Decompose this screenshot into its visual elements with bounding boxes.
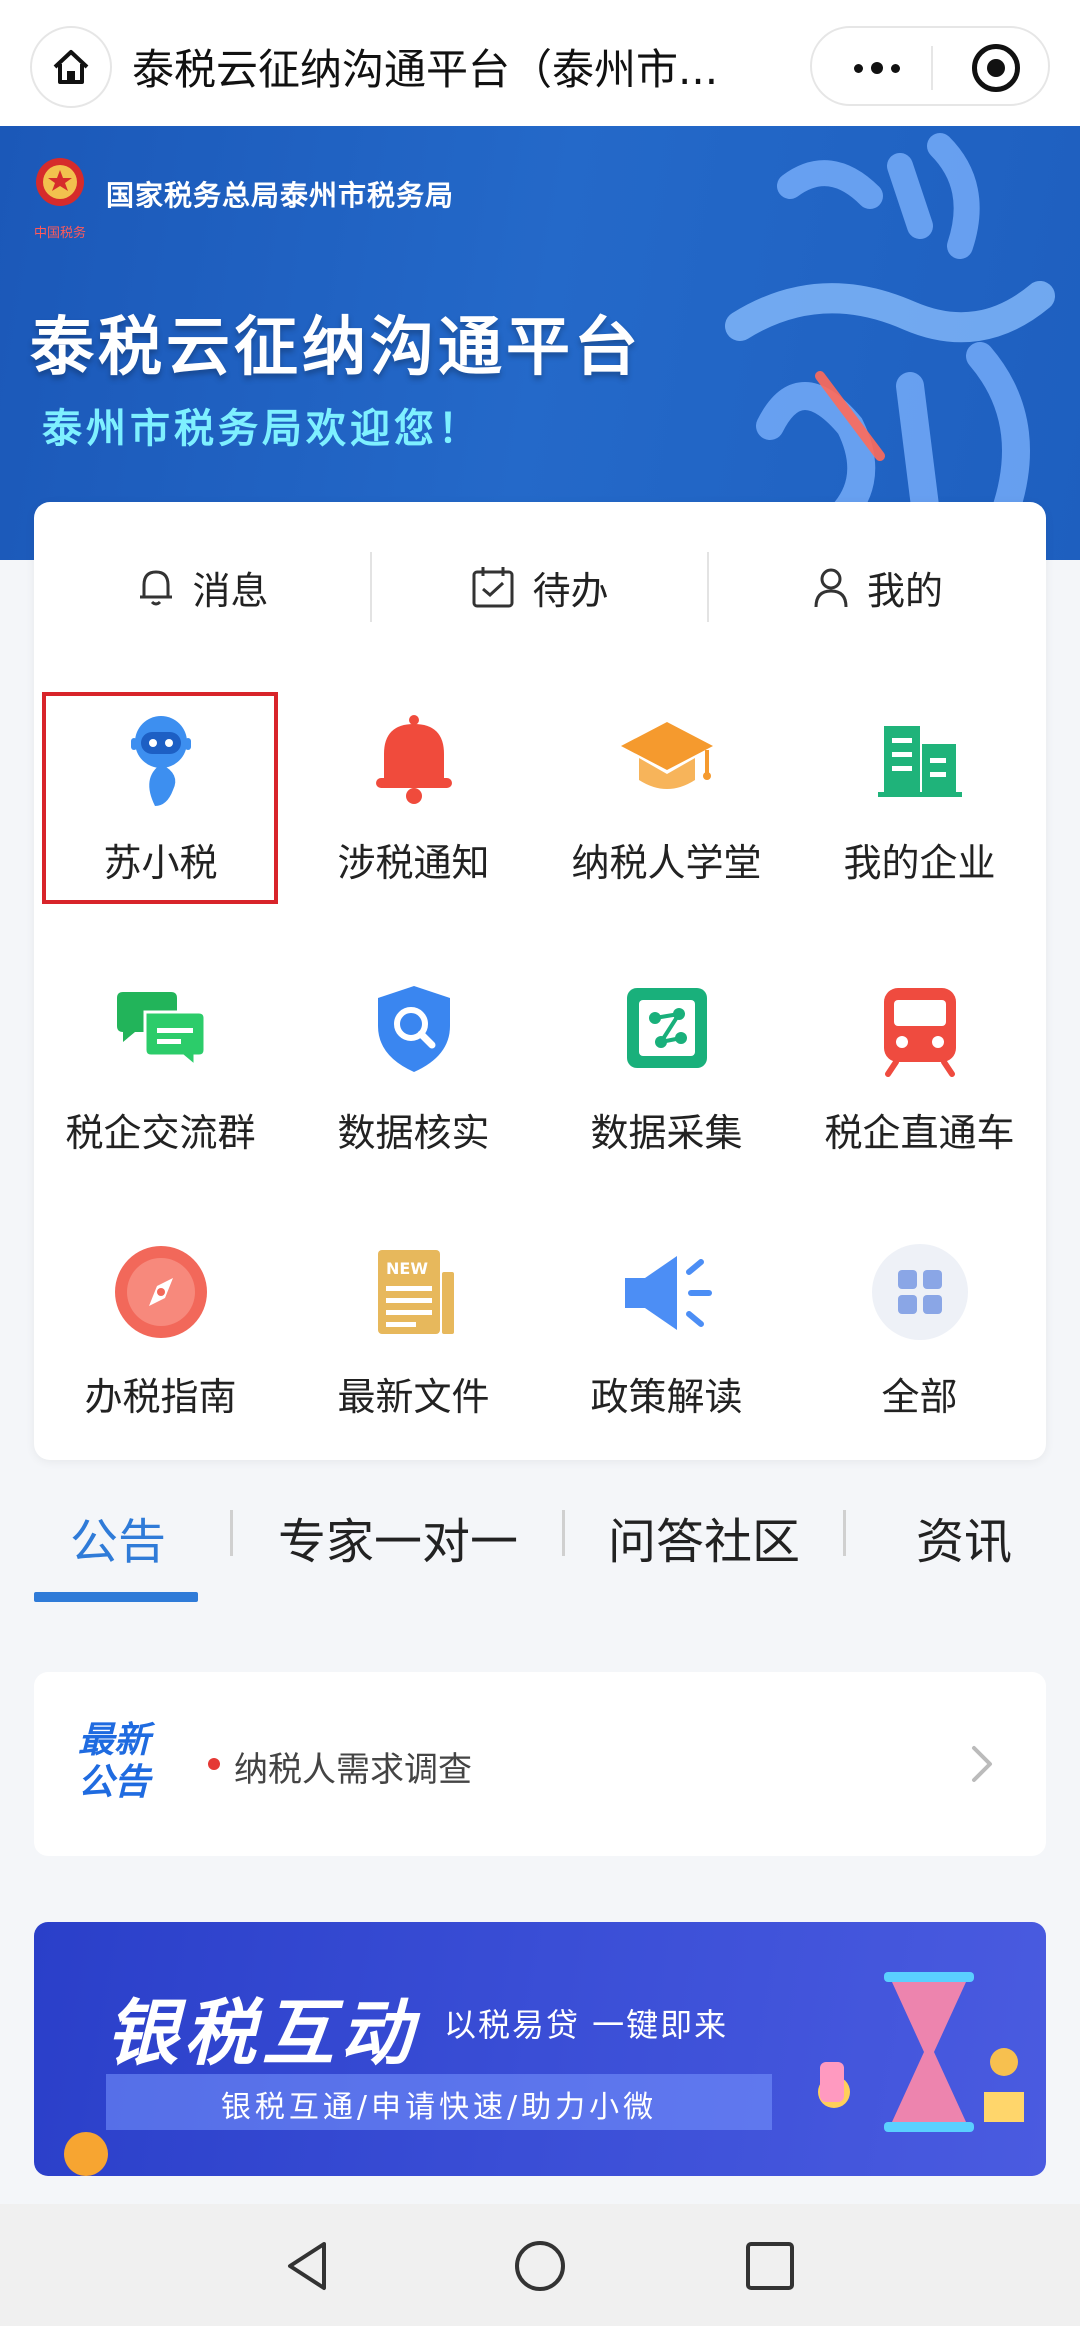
content-tabs: 公告 专家一对一 问答社区 资讯 — [0, 1480, 1080, 1602]
tab-expert-one-on-one[interactable]: 专家一对一 — [278, 1502, 518, 1572]
megaphone-icon — [624, 1256, 712, 1330]
grid-label: 税企交流群 — [65, 1111, 256, 1155]
grid-item-all[interactable]: 全部 — [793, 1242, 1046, 1452]
quick-mine[interactable]: 我的 — [708, 542, 1046, 632]
more-button[interactable] — [842, 46, 912, 90]
grid-item-taxpayer-school[interactable]: 纳税人学堂 — [540, 708, 793, 918]
newspaper-icon: NEW — [377, 1250, 454, 1334]
building-icon — [877, 726, 962, 797]
home-button[interactable] — [30, 26, 112, 108]
services-card: 消息 待办 我的 苏小税 涉税通知 纳税人学堂 我的企业 税企交流群 数据核实 … — [34, 502, 1046, 1460]
tab-qa-community[interactable]: 问答社区 — [608, 1502, 800, 1572]
recents-icon[interactable] — [742, 2238, 798, 2294]
banner-title: 泰税云征纳沟通平台 — [30, 311, 642, 385]
chat-icon — [116, 992, 206, 1070]
system-nav-bar — [0, 2204, 1080, 2326]
quick-label: 待办 — [532, 568, 609, 613]
title-bar: 泰税云征纳沟通平台（泰州市... — [0, 0, 1080, 126]
bureau-name: 国家税务总局泰州市税务局 — [106, 179, 455, 212]
quick-actions: 消息 待办 我的 — [34, 542, 1046, 632]
grid-item-data-collect[interactable]: 数据采集 — [540, 978, 793, 1188]
hourglass-illustration — [818, 1972, 1024, 2132]
promo-subtitle: 以税易贷 一键即来 — [444, 2006, 729, 2044]
grid-item-latest-files[interactable]: NEW 最新文件 — [287, 1242, 540, 1452]
grid-item-policy-interpretation[interactable]: 政策解读 — [540, 1242, 793, 1452]
close-button[interactable] — [972, 44, 1020, 92]
banner-welcome: 泰州市税务局欢迎您！ — [42, 406, 482, 452]
grid-label: 涉税通知 — [337, 841, 490, 885]
quick-label: 消息 — [192, 568, 269, 613]
user-icon — [814, 568, 848, 608]
grid-label: 最新文件 — [337, 1375, 490, 1419]
grid-icon — [871, 1244, 968, 1340]
home-circle-icon[interactable] — [512, 2238, 568, 2294]
quick-label: 我的 — [866, 568, 943, 613]
grid-label: 政策解读 — [590, 1375, 743, 1419]
chevron-right-icon — [972, 1746, 992, 1782]
promo-banner[interactable]: 银税互动 以税易贷 一键即来 银税互通/申请快速/助力小微 — [34, 1922, 1046, 2176]
active-tab-indicator — [34, 1592, 198, 1602]
calendar-icon — [472, 567, 514, 608]
tab-announcement[interactable]: 公告 — [70, 1502, 166, 1572]
more-dots-icon — [854, 63, 863, 73]
mini-program-capsule — [810, 26, 1050, 106]
svg-text:NEW: NEW — [386, 1259, 428, 1278]
tab-news[interactable]: 资讯 — [916, 1502, 1012, 1572]
shield-search-icon — [377, 986, 450, 1072]
quick-messages[interactable]: 消息 — [34, 542, 371, 632]
quick-todo[interactable]: 待办 — [371, 542, 708, 632]
grid-item-my-enterprise[interactable]: 我的企业 — [793, 708, 1046, 918]
bell-outline-icon — [140, 570, 173, 606]
grid-item-direct-train[interactable]: 税企直通车 — [793, 978, 1046, 1188]
grid-label: 税企直通车 — [824, 1111, 1015, 1155]
grid-label: 我的企业 — [843, 841, 996, 885]
grid-label: 办税指南 — [84, 1375, 237, 1419]
grid-label: 纳税人学堂 — [571, 841, 762, 885]
seal-text: 中国税务 — [34, 226, 87, 241]
home-icon — [53, 50, 89, 84]
train-icon — [883, 988, 956, 1077]
grid-item-exchange-group[interactable]: 税企交流群 — [34, 978, 287, 1188]
grid-label: 数据核实 — [337, 1111, 490, 1155]
page-title: 泰税云征纳沟通平台（泰州市... — [132, 45, 719, 94]
highlight-box — [42, 692, 278, 904]
data-collect-icon — [626, 988, 707, 1068]
tax-emblem-icon — [36, 158, 84, 206]
grid-item-tax-notice[interactable]: 涉税通知 — [287, 708, 540, 918]
grid-item-data-verify[interactable]: 数据核实 — [287, 978, 540, 1188]
grid-label: 数据采集 — [590, 1111, 743, 1155]
notice-dot-icon — [208, 1758, 220, 1770]
promo-title: 银税互动 — [106, 1991, 419, 2075]
notice-text: 纳税人需求调查 — [234, 1750, 472, 1790]
bell-icon — [375, 715, 452, 804]
graduation-cap-icon — [620, 722, 713, 789]
latest-notice-row[interactable]: 最新 公告 纳税人需求调查 — [34, 1672, 1046, 1856]
hero-banner: 中国税务 国家税务总局泰州市税务局 泰税云征纳沟通平台 泰州市税务局欢迎您！ — [0, 126, 1080, 560]
compass-icon — [114, 1246, 207, 1338]
grid-item-tax-guide[interactable]: 办税指南 — [34, 1242, 287, 1452]
promo-tagline: 银税互通/申请快速/助力小微 — [220, 2090, 658, 2125]
grid-label: 全部 — [881, 1375, 958, 1419]
back-icon[interactable] — [280, 2238, 336, 2294]
calligraphy-decoration — [725, 133, 1055, 560]
latest-notice-logo: 最新 公告 — [78, 1720, 151, 1803]
